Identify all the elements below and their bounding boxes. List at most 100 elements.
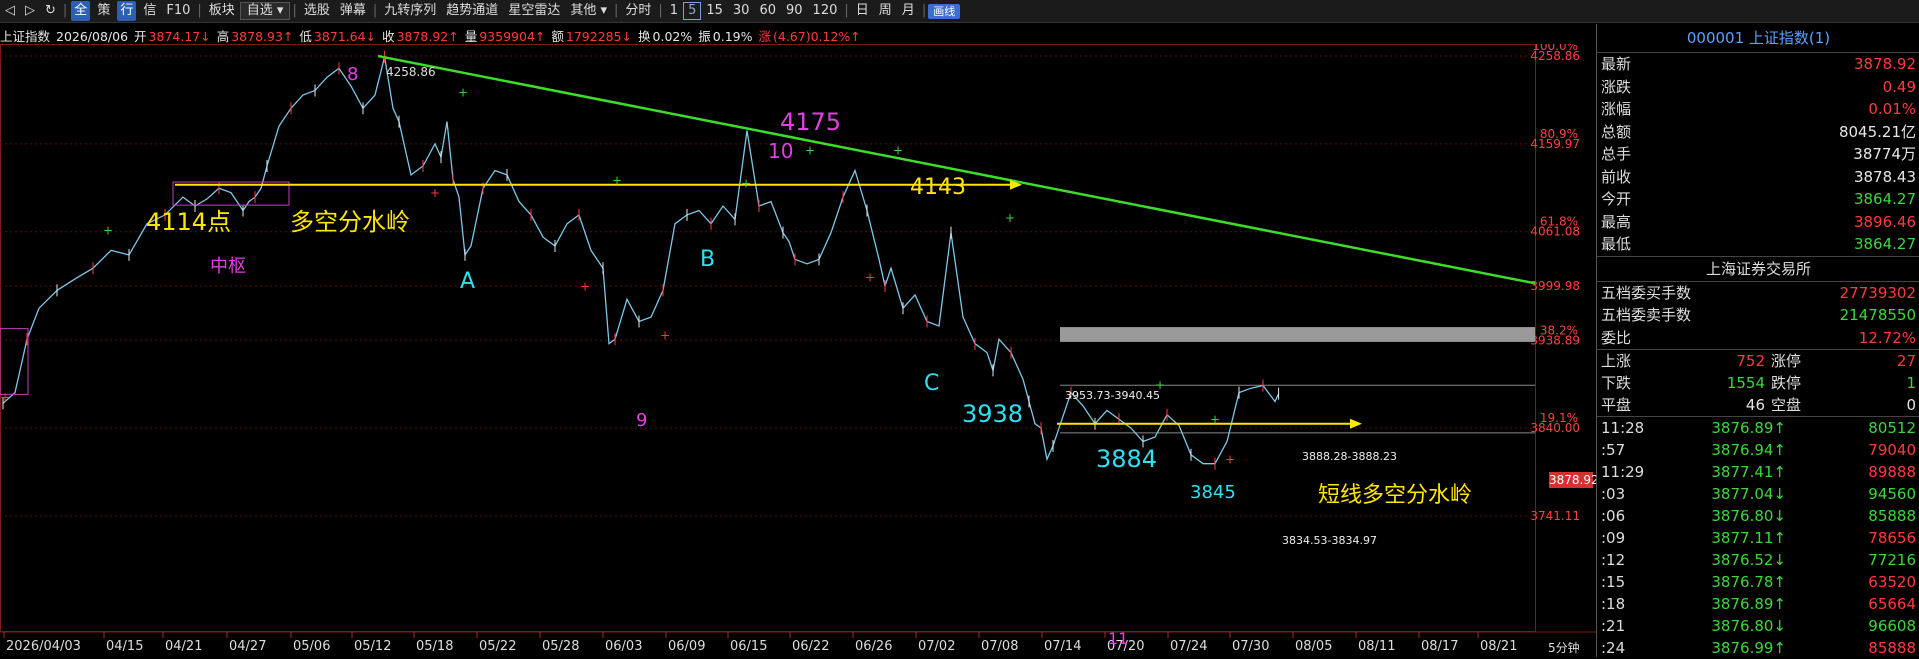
toolbar-item-15[interactable]: 5	[683, 2, 702, 20]
toolbar-separator: |	[292, 3, 297, 18]
quote-row: 总手 38774万	[1597, 143, 1919, 166]
toolbar-separator: |	[62, 3, 68, 18]
tick-price: 3877.41↑	[1711, 463, 1786, 481]
tick-row[interactable]: 11:29 3877.41↑ 89888	[1597, 461, 1919, 483]
tick-price: 3876.89↑	[1711, 419, 1786, 437]
quote-value: 3878.92	[1853, 55, 1916, 73]
tick-time: :09	[1601, 529, 1626, 547]
quote-key: 最新	[1601, 55, 1632, 73]
chg-label: 涨	[758, 29, 771, 44]
quote-key: 最高	[1601, 212, 1632, 231]
tick-price: 3876.80↓	[1711, 617, 1786, 635]
toolbar-item-4[interactable]: F10	[161, 1, 195, 21]
quote-value: 3896.46	[1853, 212, 1916, 231]
tick-row[interactable]: :18 3876.89↑ 65664	[1597, 593, 1919, 615]
x-tick-label: 2026/04/03	[6, 639, 81, 654]
tick-time: :12	[1601, 551, 1626, 569]
lower-range-label: 3834.53-3834.97	[1282, 534, 1377, 547]
toolbar-item-3[interactable]: 信	[138, 1, 161, 21]
breadth-label: 下跌	[1601, 374, 1632, 392]
toolbar-separator: |	[921, 3, 927, 18]
tick-row[interactable]: :24 3876.99↑ 85888	[1597, 637, 1919, 659]
toolbar-item-11[interactable]: 星空雷达	[503, 1, 565, 21]
quote-key: 前收	[1601, 167, 1632, 186]
refresh-icon[interactable]: ↻	[40, 1, 61, 21]
x-tick-label: 06/15	[730, 639, 767, 654]
x-tick-label: 05/12	[354, 639, 391, 654]
quote-value: 3878.43	[1853, 167, 1916, 186]
tick-price: 3876.80↓	[1711, 507, 1786, 525]
quote-row: 今开 3864.27	[1597, 188, 1919, 211]
toolbar-item-21[interactable]: 日	[851, 1, 874, 21]
plus-marker: +	[1005, 211, 1015, 225]
toolbar-item-13[interactable]: 分时	[620, 1, 656, 21]
toolbar-item-7[interactable]: 选股	[299, 1, 335, 21]
tick-row[interactable]: :12 3876.52↓ 77216	[1597, 549, 1919, 571]
toolbar-item-24[interactable]: 画线	[928, 3, 961, 19]
toolbar-item-1[interactable]: 策	[92, 1, 115, 21]
label-3845: 3845	[1190, 482, 1236, 503]
tick-row[interactable]: :06 3876.80↓ 85888	[1597, 505, 1919, 527]
wave-B-label: B	[700, 247, 715, 272]
toolbar-item-22[interactable]: 周	[874, 1, 897, 21]
tick-row[interactable]: :03 3877.04↓ 94560	[1597, 483, 1919, 505]
chg-value: (4.67)0.12%↑	[772, 29, 861, 44]
x-tick-label: 04/27	[229, 639, 266, 654]
tick-row[interactable]: :21 3876.80↓ 96608	[1597, 615, 1919, 637]
tick-row[interactable]: 11:28 3876.89↑ 80512	[1597, 417, 1919, 439]
toolbar-item-9[interactable]: 九转序列	[379, 1, 441, 21]
breadth-label2: 空盘	[1771, 396, 1802, 414]
tick-price: 3877.04↓	[1711, 485, 1786, 503]
plus-marker: +	[0, 390, 10, 404]
close-label: 收	[382, 29, 395, 44]
x-tick-label: 05/18	[416, 639, 453, 654]
tick-time: :06	[1601, 507, 1626, 525]
tick-time: :15	[1601, 573, 1626, 591]
order-row: 五档委买手数 27739302	[1597, 282, 1919, 305]
plus-marker: +	[741, 176, 751, 190]
quote-value: 3864.27	[1853, 190, 1916, 208]
tick-row[interactable]: :15 3876.78↑ 63520	[1597, 571, 1919, 593]
x-tick-label: 04/15	[106, 639, 143, 654]
toolbar-item-19[interactable]: 90	[781, 1, 808, 21]
x-tick-label: 08/17	[1421, 639, 1458, 654]
tick-row[interactable]: :57 3876.94↑ 79040	[1597, 439, 1919, 461]
plus-marker: +	[1225, 453, 1235, 467]
toolbar-item-2[interactable]: 行	[117, 1, 137, 21]
tick-time: :18	[1601, 595, 1626, 613]
toolbar-item-5[interactable]: 板块	[204, 1, 240, 21]
forward-icon[interactable]: ▷	[20, 1, 40, 21]
y-pct-label: 80.9%	[1540, 127, 1578, 141]
toolbar-item-0[interactable]: 全	[71, 1, 91, 21]
tick-list[interactable]: 11:28 3876.89↑ 80512:57 3876.94↑ 79040 11:29 3…	[1597, 417, 1919, 659]
toolbar-item-8[interactable]: 弹幕	[335, 1, 371, 21]
toolbar-item-12[interactable]: 其他 ▾	[565, 1, 612, 21]
toolbar-item-16[interactable]: 15	[701, 1, 728, 21]
toolbar-item-20[interactable]: 120	[808, 1, 843, 21]
price-chart[interactable]: 4258.86100.0%4159.9780.9%4061.0861.8%399…	[0, 44, 1596, 657]
close-value: 3878.92↑	[396, 29, 459, 44]
toolbar-separator: |	[372, 3, 378, 18]
x-tick-label: 08/05	[1295, 639, 1332, 654]
x-tick-label: 07/24	[1170, 639, 1207, 654]
plus-marker: +	[865, 271, 875, 285]
label-3938: 3938	[962, 400, 1023, 428]
x-tick-label: 06/22	[792, 639, 829, 654]
quote-key: 最低	[1601, 235, 1632, 253]
last-price-tag: 3878.92	[1549, 472, 1599, 488]
toolbar-item-10[interactable]: 趋势通道	[441, 1, 503, 21]
breadth-count2: 1	[1906, 374, 1916, 392]
quote-key: 涨幅	[1601, 100, 1632, 118]
toolbar-item-6[interactable]: 自选 ▾	[239, 2, 291, 20]
back-icon[interactable]: ◁	[0, 1, 20, 21]
quote-key: 涨跌	[1601, 77, 1632, 96]
tick-time: 11:28	[1601, 419, 1645, 437]
toolbar-item-18[interactable]: 60	[754, 1, 781, 21]
toolbar-item-14[interactable]: 1	[665, 1, 683, 21]
tick-price: 3876.52↓	[1711, 551, 1786, 569]
price-series-line	[2, 56, 1280, 465]
tick-row[interactable]: :09 3877.11↑ 78656	[1597, 527, 1919, 549]
toolbar-item-17[interactable]: 30	[728, 1, 755, 21]
toolbar-item-23[interactable]: 月	[897, 1, 920, 21]
x-tick-label: 08/21	[1480, 639, 1517, 654]
